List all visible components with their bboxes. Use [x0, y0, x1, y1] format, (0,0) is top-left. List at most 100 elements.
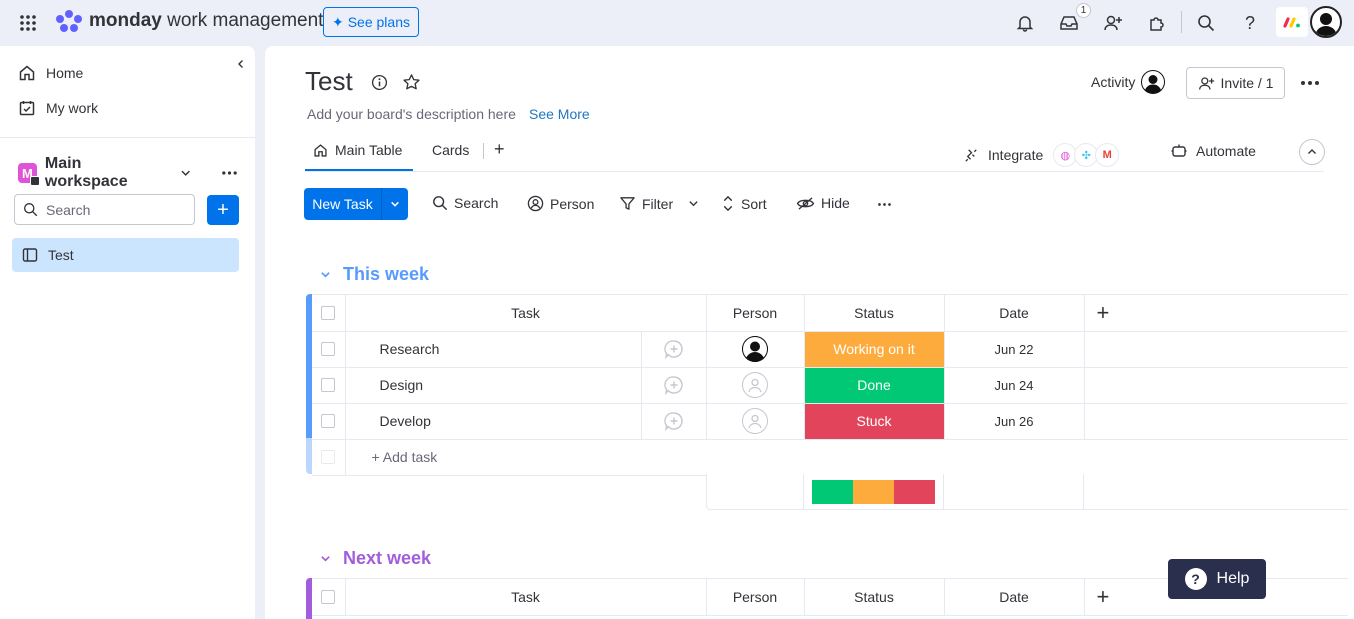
workspace-home-badge: [29, 176, 40, 186]
add-view-button[interactable]: +: [494, 139, 505, 160]
column-header-task[interactable]: Task: [345, 579, 707, 616]
see-more-link[interactable]: See More: [529, 106, 590, 122]
row-checkbox[interactable]: [321, 414, 336, 428]
date-cell[interactable]: Jun 22: [944, 331, 1085, 368]
chevron-down-icon: [689, 201, 698, 207]
user-avatar-icon: [1315, 13, 1337, 36]
person-cell[interactable]: [706, 403, 805, 440]
sidebar-search-input[interactable]: Search: [14, 194, 195, 225]
notifications-bell-icon[interactable]: [1013, 11, 1037, 35]
add-task-row: + Add task: [312, 439, 1348, 476]
person-cell[interactable]: [706, 367, 805, 404]
home-icon: [314, 143, 327, 157]
column-header-person[interactable]: Person: [706, 579, 805, 616]
summary-done-segment: [812, 480, 853, 504]
invite-button[interactable]: Invite / 1: [1186, 67, 1285, 99]
add-update-icon: [663, 412, 683, 431]
row-checkbox[interactable]: [321, 342, 336, 356]
search-tool[interactable]: Search: [432, 195, 498, 211]
select-all-cell[interactable]: [312, 579, 346, 616]
empty-person-icon: [742, 372, 768, 398]
help-question-icon: ?: [1184, 568, 1207, 590]
date-cell[interactable]: Jun 24: [944, 367, 1085, 404]
select-all-cell[interactable]: [312, 295, 346, 332]
row-checkbox[interactable]: [321, 378, 336, 392]
apps-grid-icon[interactable]: [16, 11, 40, 35]
help-question-icon[interactable]: ?: [1238, 11, 1262, 35]
gmail-icon: M: [1095, 143, 1120, 167]
board-description[interactable]: Add your board's description here: [307, 106, 516, 122]
monday-logo[interactable]: monday work management: [55, 9, 323, 33]
automate-button[interactable]: Automate: [1170, 143, 1256, 159]
collapse-sidebar-button[interactable]: [228, 51, 254, 77]
person-cell[interactable]: [706, 331, 805, 368]
sort-tool[interactable]: Sort: [721, 195, 767, 212]
column-header-date[interactable]: Date: [944, 579, 1085, 616]
row-select-cell[interactable]: [312, 403, 346, 440]
workspace-selector[interactable]: M Main workspace: [18, 155, 238, 191]
activity-button[interactable]: Activity: [1091, 70, 1166, 94]
column-header-date[interactable]: Date: [944, 295, 1085, 332]
table-row: Research Working on it Jun 22: [312, 331, 1348, 368]
tab-separator: [483, 143, 484, 159]
add-task-input[interactable]: + Add task: [345, 439, 1348, 476]
board-title[interactable]: Test: [305, 66, 353, 97]
new-task-button[interactable]: New Task: [304, 188, 408, 220]
column-header-status[interactable]: Status: [804, 295, 945, 332]
select-all-checkbox[interactable]: [321, 589, 336, 604]
group-header-this-week[interactable]: This week: [320, 264, 429, 285]
row-select-cell[interactable]: [312, 367, 346, 404]
person-filter-tool[interactable]: Person: [527, 195, 594, 212]
integrate-button[interactable]: Integrate ◍ ✣ M: [963, 143, 1120, 167]
invite-members-icon[interactable]: [1101, 11, 1125, 35]
filter-tool[interactable]: Filter: [619, 195, 699, 212]
add-update-cell[interactable]: [641, 367, 707, 404]
tab-main-table[interactable]: Main Table: [313, 142, 402, 158]
status-cell[interactable]: Done: [804, 367, 945, 404]
add-column-button[interactable]: +: [1084, 295, 1348, 332]
status-cell[interactable]: Working on it: [804, 331, 945, 368]
workspace-more-icon[interactable]: [221, 170, 238, 176]
toolbar-more-icon[interactable]: [876, 202, 893, 207]
add-item-button[interactable]: +: [207, 195, 239, 225]
task-name-cell[interactable]: Develop: [345, 403, 642, 440]
add-update-cell[interactable]: [641, 331, 707, 368]
topbar-divider: [1181, 11, 1182, 33]
hide-tool[interactable]: Hide: [796, 195, 850, 211]
task-name-cell[interactable]: Research: [345, 331, 642, 368]
collapse-header-button[interactable]: [1299, 139, 1325, 165]
info-icon[interactable]: [371, 74, 388, 91]
user-avatar[interactable]: [1310, 6, 1342, 38]
apps-puzzle-icon[interactable]: [1145, 11, 1169, 35]
add-update-icon: [663, 376, 683, 395]
account-product-logo[interactable]: [1276, 7, 1308, 37]
new-task-dropdown[interactable]: [381, 188, 408, 220]
table-row: Design Done Jun 24: [312, 367, 1348, 404]
status-cell[interactable]: Stuck: [804, 403, 945, 440]
date-cell[interactable]: Jun 26: [944, 403, 1085, 440]
see-plans-button[interactable]: ✦ See plans: [323, 7, 419, 37]
column-header-task[interactable]: Task: [345, 295, 707, 332]
add-update-cell[interactable]: [641, 403, 707, 440]
search-icon[interactable]: [1194, 11, 1218, 35]
sidebar-item-home[interactable]: Home: [18, 64, 83, 82]
disabled-checkbox: [321, 450, 336, 464]
favorite-star-icon[interactable]: [402, 73, 421, 92]
help-button[interactable]: ? Help: [1168, 559, 1266, 599]
group-header-next-week[interactable]: Next week: [320, 548, 431, 569]
search-icon: [24, 203, 38, 217]
column-header-person[interactable]: Person: [706, 295, 805, 332]
monday-bars-icon: [1283, 17, 1300, 28]
board-more-icon[interactable]: [1300, 80, 1320, 86]
row-select-cell[interactable]: [312, 331, 346, 368]
task-name-cell[interactable]: Design: [345, 367, 642, 404]
select-all-checkbox[interactable]: [321, 305, 336, 320]
column-header-status[interactable]: Status: [804, 579, 945, 616]
tab-cards[interactable]: Cards: [432, 142, 469, 158]
status-summary-bar[interactable]: [812, 480, 935, 504]
sidebar-item-my-work[interactable]: My work: [18, 99, 98, 117]
summary-working-segment: [853, 480, 894, 504]
sort-arrows-icon: [723, 195, 733, 212]
sidebar-item-test-board[interactable]: Test: [12, 238, 239, 272]
summary-divider: [803, 474, 804, 510]
